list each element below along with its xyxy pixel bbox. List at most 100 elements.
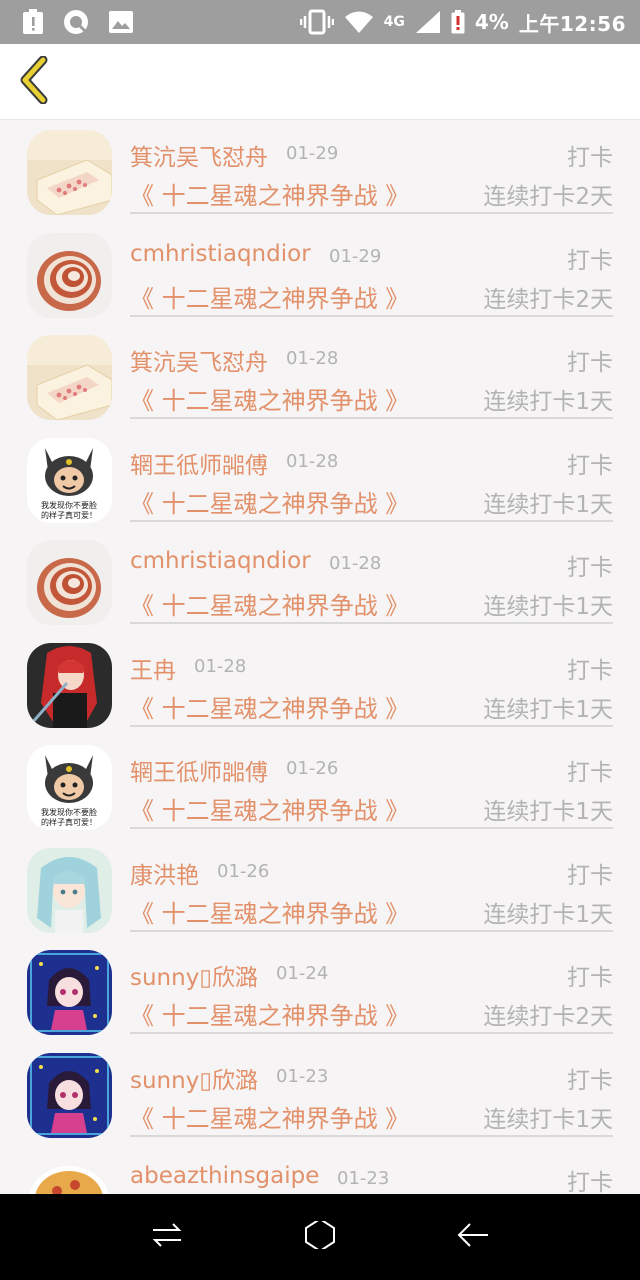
recent-apps-icon	[151, 1220, 183, 1254]
avatar[interactable]	[27, 540, 112, 625]
streak-label: 连续打卡1天	[483, 491, 613, 518]
checkin-date: 01-23	[276, 1065, 329, 1087]
user-name[interactable]: sunny▯欣潞	[130, 1061, 258, 1095]
checkin-item[interactable]: 我发现你不要脸 的样子真可爱！ 辋王彽师嘂傅 01-26 打卡《 十二星魂之神界争战 》…	[0, 736, 640, 839]
checkin-item[interactable]: 箕沆吴飞怼舟 01-29 打卡《 十二星魂之神界争战 》 连续打卡2天	[0, 121, 640, 224]
user-name[interactable]: cmhristiaqndior	[130, 241, 311, 267]
user-name[interactable]: 箕沆吴飞怼舟	[130, 138, 268, 172]
avatar[interactable]: 我发现你不要脸 的样子真可爱！	[27, 745, 112, 830]
user-name[interactable]: 辋王彽师嘂傅	[130, 446, 268, 480]
navigation-bar	[0, 1194, 640, 1280]
signal-icon	[415, 10, 441, 34]
vibrate-icon	[299, 9, 334, 35]
streak-label: 连续打卡1天	[483, 594, 613, 620]
checkin-content: sunny▯欣潞 01-23 打卡《 十二星魂之神界争战 》 连续打卡1天	[130, 1044, 613, 1137]
avatar[interactable]	[27, 130, 112, 215]
checkin-date: 01-23	[337, 1168, 390, 1189]
checkin-type: 打卡	[567, 760, 613, 786]
image-icon	[108, 10, 134, 34]
top-bar	[0, 44, 640, 120]
checkin-type: 打卡	[567, 247, 613, 274]
checkin-type: 打卡	[567, 350, 613, 376]
avatar[interactable]	[27, 1052, 112, 1138]
checkin-content: sunny▯欣潞 01-24 打卡《 十二星魂之神界争战 》 连续打卡2天	[130, 941, 613, 1034]
book-title[interactable]: 《 十二星魂之神界争战 》	[130, 176, 409, 211]
checkin-content: cmhristiaqndior 01-29 打卡《 十二星魂之神界争战 》 连续打卡2…	[130, 224, 613, 317]
checkin-content: 辋王彽师嘂傅 01-26 打卡《 十二星魂之神界争战 》 连续打卡1天	[130, 736, 613, 829]
avatar[interactable]	[27, 950, 112, 1035]
user-name[interactable]: sunny▯欣潞	[130, 958, 258, 992]
checkin-item[interactable]: abeazthinsgaipe 01-23 打卡	[0, 1146, 640, 1194]
avatar[interactable]: 我发现你不要脸 的样子真可爱！	[27, 437, 112, 523]
book-title[interactable]: 《 十二星魂之神界争战 》	[130, 791, 409, 826]
avatar[interactable]	[27, 232, 112, 318]
checkin-date: 01-28	[286, 348, 339, 369]
checkin-content: 康洪艳 01-26 打卡《 十二星魂之神界争战 》 连续打卡1天	[130, 839, 613, 932]
checkin-type: 打卡	[567, 965, 613, 991]
recent-apps-button[interactable]	[137, 1207, 197, 1267]
avatar[interactable]	[27, 1155, 112, 1194]
svg-text:的样子真可爱！: 的样子真可爱！	[41, 510, 97, 520]
checkin-date: 01-29	[329, 245, 382, 267]
book-title[interactable]: 《 十二星魂之神界争战 》	[130, 381, 409, 416]
status-bar: 4G 4% 上午12:56	[0, 0, 640, 44]
checkin-item[interactable]: 箕沆吴飞怼舟 01-28 打卡《 十二星魂之神界争战 》 连续打卡1天	[0, 326, 640, 429]
book-title[interactable]: 《 十二星魂之神界争战 》	[130, 996, 409, 1031]
checkin-content: 箕沆吴飞怼舟 01-29 打卡《 十二星魂之神界争战 》 连续打卡2天	[130, 121, 613, 214]
user-name[interactable]: 康洪艳	[130, 856, 199, 890]
streak-label: 连续打卡1天	[483, 696, 613, 723]
checkin-list[interactable]: 箕沆吴飞怼舟 01-29 打卡《 十二星魂之神界争战 》连续打卡2天 cmhristi…	[0, 121, 640, 1194]
avatar[interactable]	[27, 847, 112, 933]
book-title[interactable]: 《 十二星魂之神界争战 》	[130, 279, 409, 314]
checkin-item[interactable]: cmhristiaqndior 01-29 打卡《 十二星魂之神界争战 》 连续打卡2…	[0, 224, 640, 327]
user-name[interactable]: 辋王彽师嘂傅	[130, 753, 268, 787]
checkin-type: 打卡	[567, 452, 613, 479]
checkin-content: cmhristiaqndior 01-28 打卡《 十二星魂之神界争战 》 连续打卡1…	[130, 531, 613, 624]
checkin-date: 01-24	[276, 963, 329, 984]
streak-label: 连续打卡2天	[483, 286, 613, 313]
checkin-content: 辋王彽师嘂傅 01-28 打卡《 十二星魂之神界争战 》 连续打卡1天	[130, 429, 613, 522]
user-name[interactable]: 箕沆吴飞怼舟	[130, 343, 268, 377]
book-title[interactable]: 《 十二星魂之神界争战 》	[130, 1099, 409, 1134]
chevron-left-icon	[17, 55, 51, 108]
back-arrow-icon	[456, 1220, 490, 1254]
home-button[interactable]	[290, 1207, 350, 1267]
checkin-item[interactable]: 康洪艳 01-26 打卡《 十二星魂之神界争战 》 连续打卡1天	[0, 839, 640, 942]
checkin-item[interactable]: sunny▯欣潞 01-23 打卡《 十二星魂之神界争战 》 连续打卡1天	[0, 1044, 640, 1147]
streak-label: 连续打卡2天	[483, 1004, 613, 1030]
checkin-content: 王冉 01-28 打卡《 十二星魂之神界争战 》 连续打卡1天	[130, 634, 613, 727]
checkin-content: abeazthinsgaipe 01-23 打卡	[130, 1146, 613, 1194]
checkin-date: 01-26	[286, 758, 339, 779]
checkin-type: 打卡	[567, 1170, 613, 1194]
avatar[interactable]	[27, 335, 112, 420]
checkin-date: 01-28	[194, 655, 247, 677]
streak-label: 连续打卡1天	[483, 901, 613, 928]
book-title[interactable]: 《 十二星魂之神界争战 》	[130, 484, 409, 519]
book-title[interactable]: 《 十二星魂之神界争战 》	[130, 586, 409, 621]
alert-icon	[22, 9, 44, 35]
user-name[interactable]: abeazthinsgaipe	[130, 1163, 319, 1189]
user-name[interactable]: 王冉	[130, 651, 176, 685]
svg-text:我发现你不要脸: 我发现你不要脸	[41, 807, 97, 817]
user-name[interactable]: cmhristiaqndior	[130, 548, 311, 574]
avatar[interactable]	[27, 642, 112, 728]
svg-text:我发现你不要脸: 我发现你不要脸	[41, 500, 97, 510]
back-nav-button[interactable]	[443, 1207, 503, 1267]
book-title[interactable]: 《 十二星魂之神界争战 》	[130, 894, 409, 929]
checkin-item[interactable]: cmhristiaqndior 01-28 打卡《 十二星魂之神界争战 》 连续打卡1…	[0, 531, 640, 634]
battery-percent: 4%	[474, 10, 509, 34]
back-button[interactable]	[14, 55, 54, 108]
checkin-type: 打卡	[567, 1067, 613, 1094]
checkin-item[interactable]: 王冉 01-28 打卡《 十二星魂之神界争战 》 连续打卡1天	[0, 634, 640, 737]
checkin-date: 01-28	[329, 553, 382, 574]
battery-icon	[451, 10, 465, 34]
checkin-item[interactable]: sunny▯欣潞 01-24 打卡《 十二星魂之神界争战 》 连续打卡2天	[0, 941, 640, 1044]
svg-text:的样子真可爱！: 的样子真可爱！	[41, 817, 97, 827]
home-icon	[302, 1217, 338, 1257]
checkin-type: 打卡	[567, 862, 613, 889]
wifi-icon	[344, 10, 374, 34]
checkin-item[interactable]: 我发现你不要脸 的样子真可爱！ 辋王彽师嘂傅 01-28 打卡《 十二星魂之神界争战 》…	[0, 429, 640, 532]
streak-label: 连续打卡2天	[483, 184, 613, 210]
checkin-date: 01-26	[217, 860, 270, 882]
book-title[interactable]: 《 十二星魂之神界争战 》	[130, 689, 409, 724]
